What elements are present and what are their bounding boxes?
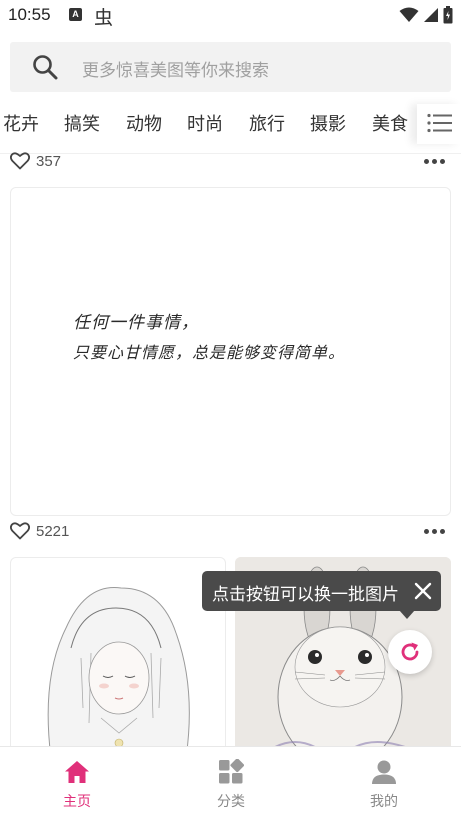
like-count: 5221 xyxy=(36,522,70,540)
heart-icon[interactable] xyxy=(10,522,30,540)
user-icon xyxy=(372,760,396,784)
bug-notification-icon: 虫 xyxy=(94,7,114,29)
home-icon xyxy=(65,761,89,783)
signal-icon xyxy=(424,8,438,22)
bottom-navigation: 主页 分类 我的 xyxy=(0,746,461,819)
refresh-button[interactable] xyxy=(388,630,432,674)
category-tab-travel[interactable]: 旅行 xyxy=(249,110,285,136)
close-icon[interactable] xyxy=(413,581,433,601)
search-bar[interactable]: 更多惊喜美图等你来搜索 xyxy=(10,42,451,92)
category-tab-fashion[interactable]: 时尚 xyxy=(187,110,223,136)
quote-line-2: 只要心甘情愿，总是能够变得简单。 xyxy=(73,343,346,362)
a-notification-icon: A xyxy=(69,8,82,21)
battery-icon xyxy=(443,6,453,24)
category-divider xyxy=(0,153,461,154)
girl-sketch-illustration xyxy=(47,587,190,756)
category-tab-photography[interactable]: 摄影 xyxy=(310,110,346,136)
nav-category-label: 分类 xyxy=(217,794,245,810)
post-like-row: 5221 xyxy=(10,519,69,543)
nav-profile-label: 我的 xyxy=(370,794,398,810)
nav-home-label: 主页 xyxy=(63,794,91,810)
category-tab-funny[interactable]: 搞笑 xyxy=(64,110,100,136)
quote-line-1: 任何一件事情， xyxy=(73,313,199,333)
category-grid-icon xyxy=(219,759,244,784)
category-tab-flowers[interactable]: 花卉 xyxy=(3,110,39,136)
status-time: 10:55 xyxy=(8,5,51,24)
app-screen: 10:55 A 虫 更多惊喜美图等你来搜索 花卉 搞笑 动物 时尚 旅行 摄影 … xyxy=(0,0,461,819)
tooltip-arrow xyxy=(399,610,415,619)
nav-home[interactable]: 主页 xyxy=(0,747,154,819)
category-tab-animals[interactable]: 动物 xyxy=(126,110,162,136)
search-icon[interactable] xyxy=(32,54,58,80)
category-tabs: 花卉 搞笑 动物 时尚 旅行 摄影 美食 xyxy=(0,104,461,144)
like-count: 357 xyxy=(36,152,62,170)
post-image-girl-sketch[interactable] xyxy=(10,557,226,757)
heart-icon[interactable] xyxy=(10,152,30,170)
refresh-icon xyxy=(401,642,419,661)
status-bar: 10:55 A 虫 xyxy=(0,0,461,32)
category-tab-food[interactable]: 美食 xyxy=(372,110,408,136)
post-more-button[interactable] xyxy=(424,519,445,543)
post-like-row: 357 xyxy=(10,149,61,173)
nav-profile[interactable]: 我的 xyxy=(307,747,461,819)
post-image-quote[interactable]: 任何一件事情， 只要心甘情愿，总是能够变得简单。 xyxy=(10,187,451,516)
tooltip-text: 点击按钮可以换一批图片 xyxy=(212,585,399,605)
nav-category[interactable]: 分类 xyxy=(154,747,308,819)
list-icon xyxy=(427,113,452,133)
post-more-button[interactable] xyxy=(424,149,445,173)
refresh-tooltip: 点击按钮可以换一批图片 xyxy=(202,571,441,611)
wifi-icon xyxy=(399,7,419,22)
category-more-button[interactable] xyxy=(417,104,461,144)
search-placeholder[interactable]: 更多惊喜美图等你来搜索 xyxy=(82,56,269,81)
status-icons xyxy=(399,6,453,24)
